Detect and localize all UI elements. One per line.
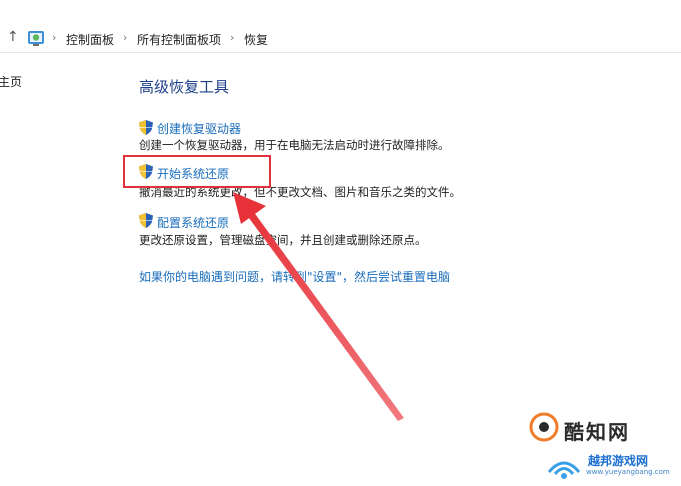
address-bar: ↑ › 控制面板 › 所有控制面板项 › 恢复	[0, 24, 681, 53]
sidebar-item-home[interactable]: 主页	[0, 73, 22, 90]
watermark-url: www.yueyangbang.com	[586, 468, 670, 476]
control-panel-icon	[28, 31, 44, 46]
watermark-logo: 酷知网	[527, 410, 677, 444]
watermark-brand-1: 酷知网	[564, 420, 630, 444]
breadcrumb-separator: ›	[123, 31, 128, 44]
breadcrumb-item-recovery[interactable]: 恢复	[244, 31, 268, 48]
task-description: 创建一个恢复驱动器，用于在电脑无法启动时进行故障排除。	[139, 138, 450, 152]
reset-pc-link[interactable]: 如果你的电脑遇到问题，请转到"设置"，然后尝试重置电脑	[139, 268, 450, 285]
create-recovery-drive-link[interactable]: 创建恢复驱动器	[157, 120, 241, 137]
page-title: 高级恢复工具	[139, 78, 230, 96]
watermark-logo-icon	[529, 412, 559, 442]
breadcrumb-item-control-panel[interactable]: 控制面板	[66, 31, 114, 48]
watermark-brand-2: 越邦游戏网	[588, 454, 649, 468]
uac-shield-icon	[139, 213, 153, 228]
watermark-wifi-icon	[547, 461, 581, 479]
up-arrow-icon[interactable]: ↑	[7, 29, 19, 45]
breadcrumb-separator: ›	[230, 31, 235, 44]
annotation-highlight-box	[123, 155, 271, 188]
breadcrumb-item-all-items[interactable]: 所有控制面板项	[137, 31, 221, 48]
breadcrumb-separator: ›	[52, 31, 57, 44]
configure-system-restore-link[interactable]: 配置系统还原	[157, 214, 229, 231]
task-description: 更改还原设置，管理磁盘空间，并且创建或删除还原点。	[139, 233, 427, 247]
uac-shield-icon	[139, 120, 153, 135]
watermark-logo-2: 越邦游戏网 www.yueyangbang.com	[545, 448, 681, 482]
